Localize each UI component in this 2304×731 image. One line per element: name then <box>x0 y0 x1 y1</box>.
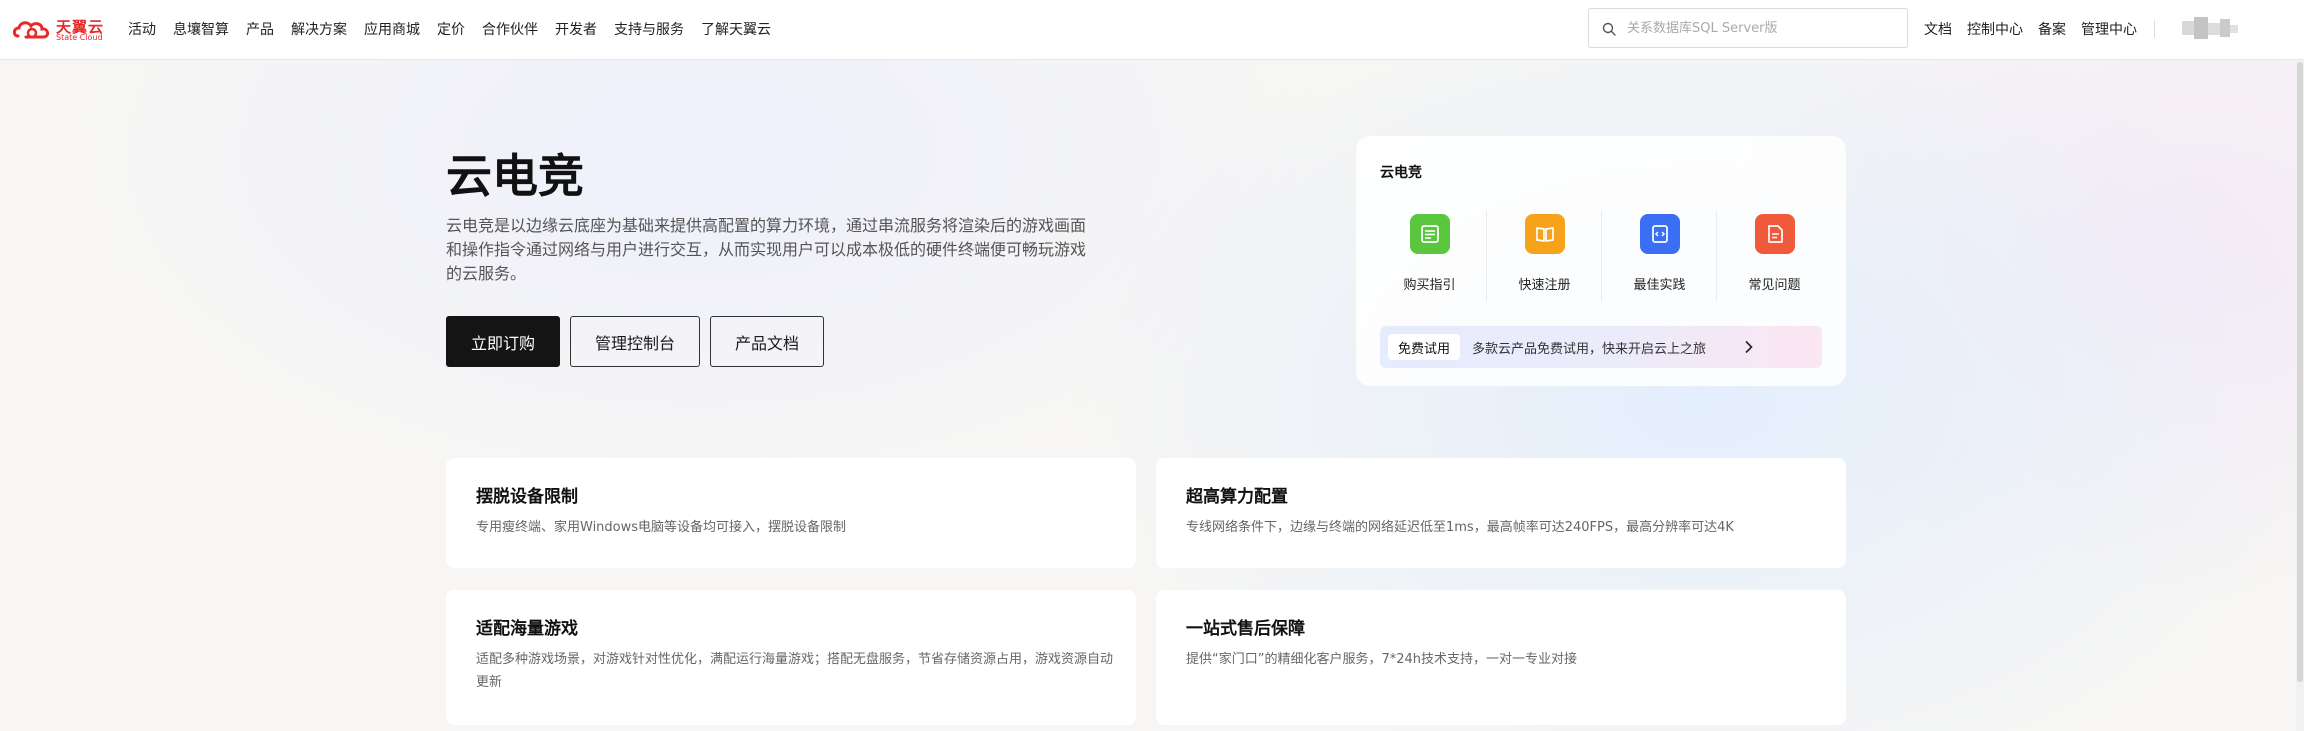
quick-access-title: 云电竞 <box>1380 165 1422 181</box>
nav-item-activities[interactable]: 活动 <box>128 19 156 39</box>
quick-access-card: 云电竞 购买指引 快速注册 最佳实践 常见问题 免费试用 多款云产品免费试用，快… <box>1356 136 1846 386</box>
user-avatar[interactable] <box>2182 17 2238 39</box>
feature-card-after-sales: 一站式售后保障 提供“家门口”的精细化客户服务，7*24h技术支持，一对一专业对… <box>1156 590 1846 725</box>
header-right-links: 文档 控制中心 备案 管理中心 <box>1924 0 2152 58</box>
quick-item-label: 最佳实践 <box>1633 278 1686 293</box>
search-input[interactable] <box>1627 9 1897 47</box>
quick-item-faq[interactable]: 常见问题 <box>1717 210 1832 306</box>
book-icon <box>1525 214 1565 254</box>
top-navigation-bar: 天翼云 State Cloud 活动 息壤智算 产品 解决方案 应用商城 定价 … <box>0 0 2304 60</box>
link-management-center[interactable]: 管理中心 <box>2081 19 2137 39</box>
faq-doc-icon <box>1755 214 1795 254</box>
code-doc-icon <box>1640 214 1680 254</box>
link-docs[interactable]: 文档 <box>1924 19 1952 39</box>
logo-subtext: State Cloud <box>56 33 103 42</box>
main-nav: 活动 息壤智算 产品 解决方案 应用商城 定价 合作伙伴 开发者 支持与服务 了… <box>128 0 788 58</box>
feature-title: 超高算力配置 <box>1186 487 1288 507</box>
quick-item-best-practice[interactable]: 最佳实践 <box>1602 210 1717 306</box>
order-now-button[interactable]: 立即订购 <box>446 316 560 367</box>
search-icon[interactable] <box>1602 22 1616 36</box>
feature-title: 摆脱设备限制 <box>476 487 578 507</box>
product-description: 云电竞是以边缘云底座为基础来提供高配置的算力环境，通过串流服务将渲染后的游戏画面… <box>446 216 1087 283</box>
link-control-center[interactable]: 控制中心 <box>1967 19 2023 39</box>
feature-description: 适配多种游戏场景，对游戏针对性优化，满配运行海量游戏；搭配无盘服务，节省存储资源… <box>476 652 1114 690</box>
feature-description: 专用瘦终端、家用Windows电脑等设备均可接入，摆脱设备限制 <box>476 520 847 535</box>
feature-title: 适配海量游戏 <box>476 619 578 639</box>
page-scrollbar[interactable] <box>2296 60 2304 731</box>
quick-item-purchase-guide[interactable]: 购买指引 <box>1372 210 1487 306</box>
nav-item-pricing[interactable]: 定价 <box>437 19 465 39</box>
search-box <box>1588 8 1908 48</box>
nav-item-products[interactable]: 产品 <box>246 19 274 39</box>
nav-item-solutions[interactable]: 解决方案 <box>291 19 347 39</box>
feature-description: 专线网络条件下，边缘与终端的网络延迟低至1ms，最高帧率可达240FPS，最高分… <box>1186 520 1734 535</box>
cloud-logo-icon <box>12 21 50 39</box>
product-docs-button[interactable]: 产品文档 <box>710 316 824 367</box>
feature-card-device-freedom: 摆脱设备限制 专用瘦终端、家用Windows电脑等设备均可接入，摆脱设备限制 <box>446 458 1136 568</box>
management-console-button[interactable]: 管理控制台 <box>570 316 700 367</box>
feature-description: 提供“家门口”的精细化客户服务，7*24h技术支持，一对一专业对接 <box>1186 652 1578 667</box>
feature-title: 一站式售后保障 <box>1186 619 1305 639</box>
feature-card-massive-games: 适配海量游戏 适配多种游戏场景，对游戏针对性优化，满配运行海量游戏；搭配无盘服务… <box>446 590 1136 725</box>
nav-item-partners[interactable]: 合作伙伴 <box>482 19 538 39</box>
link-filing[interactable]: 备案 <box>2038 19 2066 39</box>
nav-item-xirang-computing[interactable]: 息壤智算 <box>173 19 229 39</box>
header-divider <box>2154 20 2155 38</box>
tianyi-cloud-logo[interactable]: 天翼云 State Cloud <box>12 16 104 44</box>
quick-item-label: 快速注册 <box>1518 278 1571 293</box>
page-title: 云电竞 <box>446 149 584 203</box>
nav-item-support[interactable]: 支持与服务 <box>614 19 684 39</box>
feature-card-high-compute: 超高算力配置 专线网络条件下，边缘与终端的网络延迟低至1ms，最高帧率可达240… <box>1156 458 1846 568</box>
purchase-guide-icon <box>1410 214 1450 254</box>
quick-item-label: 常见问题 <box>1748 278 1801 293</box>
nav-item-app-marketplace[interactable]: 应用商城 <box>364 19 420 39</box>
scrollbar-thumb[interactable] <box>2297 62 2303 682</box>
free-trial-text: 多款云产品免费试用，快来开启云上之旅 <box>1472 342 1707 357</box>
free-trial-banner[interactable]: 免费试用 多款云产品免费试用，快来开启云上之旅 <box>1380 326 1822 368</box>
quick-item-quick-register[interactable]: 快速注册 <box>1487 210 1602 306</box>
nav-item-about[interactable]: 了解天翼云 <box>701 19 771 39</box>
nav-item-developers[interactable]: 开发者 <box>555 19 597 39</box>
free-trial-badge: 免费试用 <box>1388 334 1460 360</box>
quick-item-label: 购买指引 <box>1403 278 1456 293</box>
chevron-right-icon <box>1745 340 1753 354</box>
